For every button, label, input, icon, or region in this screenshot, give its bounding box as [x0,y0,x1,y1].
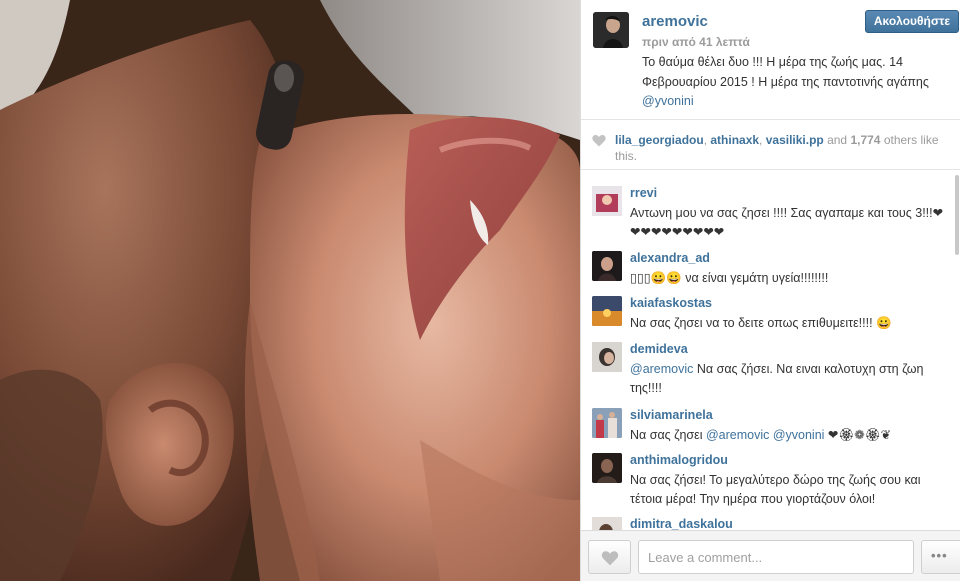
follow-button[interactable]: Ακολουθήστε [865,10,959,33]
comment-item: dimitra_daskalou [581,514,960,530]
comment-mention[interactable]: @yvonini [769,428,825,442]
comment-mention[interactable]: @aremovic [706,428,769,442]
commenter-avatar[interactable] [592,342,622,372]
commenter-avatar[interactable] [592,251,622,281]
comment-item: kaiafaskostas Να σας ζησει να το δειτε ο… [581,293,960,338]
comment-text: Να σας ζήσει! Το μεγαλύτερο δώρο της ζωή… [630,473,921,506]
comment-mention[interactable]: @aremovic [630,362,693,376]
commenter-avatar[interactable] [592,296,622,326]
heart-icon [601,551,619,566]
liker-link[interactable]: lila_georgiadou [615,133,704,147]
heart-icon [592,134,606,147]
post-caption: Το θαύμα θέλει δυο !!! Η μέρα της ζωής μ… [642,53,952,112]
commenter-username[interactable]: anthimalogridou [630,453,728,467]
commenter-username[interactable]: alexandra_ad [630,251,710,265]
comment-item: anthimalogridou Να σας ζήσει! Το μεγαλύτ… [581,450,960,510]
comment-input[interactable] [638,540,914,574]
commenter-username[interactable]: dimitra_daskalou [630,517,733,530]
comment-text: ▯▯▯😀😀 να είναι γεμάτη υγεία!!!!!!!! [630,271,829,285]
likes-count[interactable]: 1,774 [850,133,880,147]
post-sidebar: aremovic πριν από 41 λεπτά Ακολουθήστε Τ… [580,0,960,581]
post-photo[interactable] [0,0,580,581]
owner-avatar[interactable] [593,12,629,48]
likes-and: and [823,133,851,147]
commenter-avatar[interactable] [592,186,622,216]
commenter-username[interactable]: rrevi [630,186,657,200]
liker-link[interactable]: vasiliki.pp [766,133,824,147]
caption-mention[interactable]: @yvonini [642,94,694,108]
owner-username[interactable]: aremovic [642,13,708,30]
likes-separator: , [759,133,766,147]
comment-item: silviamarinela Να σας ζησει @aremovic @y… [581,405,960,450]
comments-list[interactable]: rrevi Αντωνη μου να σας ζησει !!!! Σας α… [581,171,960,530]
post-header: aremovic πριν από 41 λεπτά Ακολουθήστε Τ… [581,0,960,120]
comment-item: rrevi Αντωνη μου να σας ζησει !!!! Σας α… [581,183,960,243]
comment-text: Αντωνη μου να σας ζησει !!!! Σας αγαπαμε… [630,206,944,239]
liker-link[interactable]: athinaxk [710,133,759,147]
likes-text: lila_georgiadou, athinaxk, vasiliki.pp a… [615,132,955,164]
commenter-avatar[interactable] [592,408,622,438]
comment-item: alexandra_ad ▯▯▯😀😀 να είναι γεμάτη υγεία… [581,248,960,293]
commenter-username[interactable]: kaiafaskostas [630,296,712,310]
post-timestamp: πριν από 41 λεπτά [642,35,750,49]
commenter-avatar[interactable] [592,453,622,483]
commenter-avatar[interactable] [592,517,622,530]
comment-text: Να σας ζησει να το δειτε οπως επιθυμειτε… [630,316,892,330]
comment-body: ❤🏵❁🏵❦ [824,428,892,442]
comment-text: @aremovic Να σας ζήσει. Να ειναι καλοτυχ… [630,360,952,398]
like-button[interactable] [588,540,631,574]
more-options-button[interactable]: ••• [921,540,960,574]
scrollbar-thumb[interactable] [955,175,959,255]
commenter-username[interactable]: silviamarinela [630,408,713,422]
caption-text: Το θαύμα θέλει δυο !!! Η μέρα της ζωής μ… [642,55,929,89]
comment-composer: ••• [581,530,960,581]
comment-body: Να σας ζησει [630,428,706,442]
comment-item: demideva @aremovic Να σας ζήσει. Να εινα… [581,339,960,399]
commenter-username[interactable]: demideva [630,342,688,356]
comments-scrollbar[interactable] [953,171,959,526]
comment-text: Να σας ζησει @aremovic @yvonini ❤🏵❁🏵❦ [630,426,952,445]
photo-image [0,0,580,581]
likes-section: lila_georgiadou, athinaxk, vasiliki.pp a… [581,120,960,170]
